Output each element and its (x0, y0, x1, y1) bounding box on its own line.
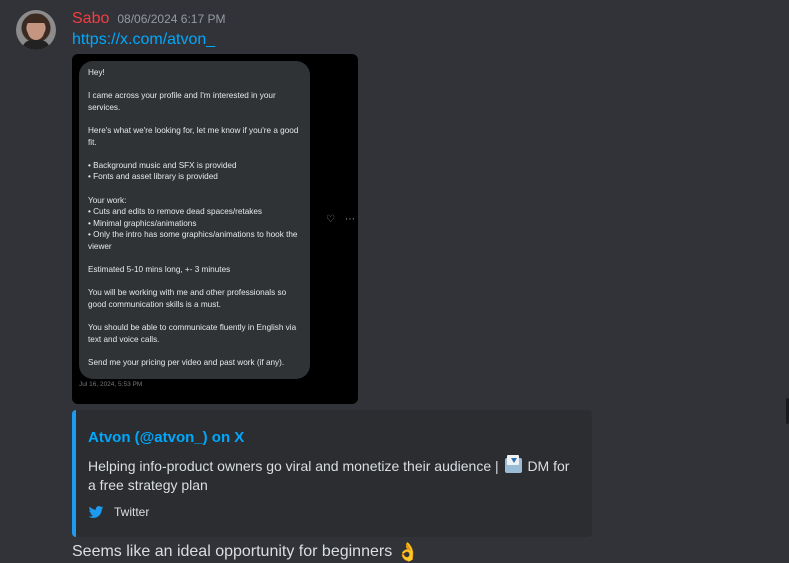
dm-paragraph: Your work: • Cuts and edits to remove de… (88, 195, 298, 251)
avatar-shirt (22, 40, 50, 50)
embed-footer: Twitter (88, 504, 149, 520)
message-timestamp[interactable]: 08/06/2024 6:17 PM (117, 12, 225, 26)
dm-paragraph: • Background music and SFX is provided •… (88, 160, 237, 182)
message-text: Seems like an ideal opportunity for begi… (72, 543, 419, 561)
heart-plus-icon: ♡ (326, 214, 335, 225)
dm-paragraph: Here's what we're looking for, let me kn… (88, 125, 299, 147)
embed-description: Helping info-product owners go viral and… (88, 455, 578, 495)
dm-paragraph: Hey! (88, 68, 105, 77)
dm-timestamp: Jul 16, 2024, 5:53 PM (79, 381, 143, 388)
dm-paragraph: You should be able to communicate fluent… (88, 323, 297, 344)
message-header: Sabo 08/06/2024 6:17 PM (72, 10, 225, 30)
username[interactable]: Sabo (72, 10, 109, 28)
embed-description-text: Helping info-product owners go viral and… (88, 458, 499, 474)
dm-paragraph: Send me your pricing per video and past … (88, 357, 285, 367)
dm-paragraph: Estimated 5-10 mins long, +- 3 minutes (88, 265, 231, 275)
message-text-body: Seems like an ideal opportunity for begi… (72, 543, 393, 560)
envelope-with-arrow-icon (504, 455, 522, 473)
message-link[interactable]: https://x.com/atvon_ (72, 31, 215, 49)
embed-title[interactable]: Atvon (@atvon_) on X (88, 429, 244, 446)
ellipsis-icon: ⋯ (344, 214, 355, 225)
ok-hand-emoji-icon: 👌 (396, 542, 420, 562)
link-embed: Atvon (@atvon_) on X Helping info-produc… (72, 410, 592, 537)
avatar-hair (26, 14, 46, 23)
twitter-bird-icon (88, 506, 104, 518)
dm-paragraph: I came across your profile and I'm inter… (88, 91, 276, 112)
dm-actions: ♡ ⋯ (326, 214, 355, 225)
embed-footer-label: Twitter (114, 505, 150, 519)
avatar[interactable] (16, 10, 56, 50)
image-attachment[interactable]: Hey! I came across your profile and I'm … (72, 54, 358, 404)
dm-bubble: Hey! I came across your profile and I'm … (79, 61, 310, 379)
dm-paragraph: You will be working with me and other pr… (88, 288, 287, 309)
